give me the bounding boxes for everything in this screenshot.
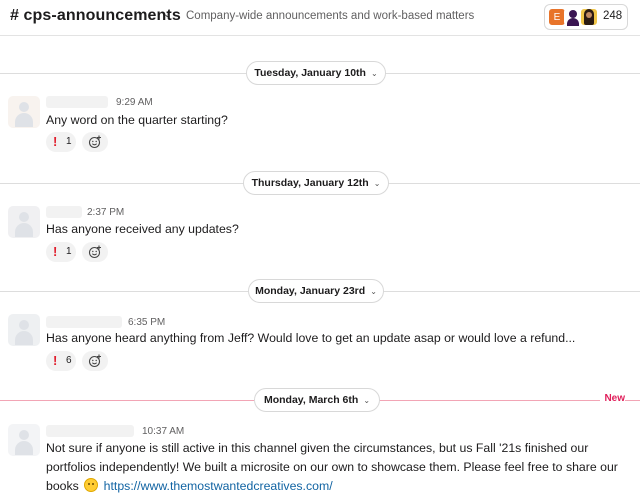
chevron-down-icon[interactable]: ⌄ (163, 9, 171, 20)
date-divider: Thursday, January 12th ⌄ (0, 171, 640, 195)
reaction-count: 6 (66, 355, 72, 366)
add-reaction-button[interactable] (82, 351, 108, 371)
sender-name[interactable] (46, 425, 134, 437)
message-timestamp[interactable]: 9:29 AM (116, 97, 153, 108)
exclamation-icon: ! (53, 134, 58, 149)
date-pill[interactable]: Thursday, January 12th ⌄ (243, 171, 389, 195)
add-emoji-icon (88, 135, 101, 149)
avatar[interactable] (8, 314, 40, 346)
date-pill[interactable]: Tuesday, January 10th ⌄ (246, 61, 386, 85)
member-avatar (580, 8, 598, 26)
reaction-exclamation[interactable]: ! 1 (46, 132, 76, 152)
exclamation-icon: ! (53, 353, 58, 368)
sender-name[interactable] (46, 316, 122, 328)
message-line-prefix: books (46, 479, 79, 493)
chevron-down-icon: ⌄ (370, 69, 378, 78)
chevron-down-icon: ⌄ (363, 396, 371, 405)
avatar[interactable] (8, 424, 40, 456)
date-label: Tuesday, January 10th (254, 67, 366, 79)
channel-header: # cps-announcements ⌄ Company-wide annou… (0, 0, 640, 36)
date-divider: Monday, January 23rd ⌄ (0, 279, 640, 303)
message-text: Any word on the quarter starting? (46, 113, 228, 127)
message-line: books https://www.themostwantedcreatives… (46, 477, 636, 496)
message-timestamp[interactable]: 6:35 PM (128, 317, 165, 328)
member-count: 248 (603, 10, 623, 22)
reaction-count: 1 (66, 246, 72, 257)
message-text: Not sure if anyone is still active in th… (46, 439, 636, 496)
channel-description[interactable]: Company-wide announcements and work-base… (186, 10, 474, 22)
reaction-exclamation[interactable]: ! 1 (46, 242, 76, 262)
new-messages-label: New (600, 393, 625, 404)
smile-emoji-icon (84, 478, 99, 492)
message-timestamp[interactable]: 2:37 PM (87, 207, 124, 218)
reaction-count: 1 (66, 136, 72, 147)
date-label: Thursday, January 12th (251, 177, 369, 189)
reaction-exclamation[interactable]: ! 6 (46, 351, 76, 371)
avatar[interactable] (8, 206, 40, 238)
message-line: Not sure if anyone is still active in th… (46, 441, 589, 455)
date-divider-new: Monday, March 6th ⌄ New (0, 388, 640, 412)
sender-name[interactable] (46, 206, 82, 218)
date-pill[interactable]: Monday, January 23rd ⌄ (248, 279, 384, 303)
chevron-down-icon: ⌄ (373, 179, 381, 188)
microsite-link[interactable]: https://www.themostwantedcreatives.com/ (104, 479, 333, 493)
exclamation-icon: ! (53, 244, 58, 259)
date-label: Monday, March 6th (263, 394, 359, 406)
add-emoji-icon (88, 245, 101, 259)
members-button[interactable]: E 248 (544, 4, 628, 30)
message-line: portfolios independently! We built a mic… (46, 460, 618, 474)
date-label: Monday, January 23rd (255, 285, 366, 297)
channel-name[interactable]: # cps-announcements (10, 7, 181, 25)
add-emoji-icon (88, 354, 101, 368)
sender-name[interactable] (46, 96, 108, 108)
date-pill[interactable]: Monday, March 6th ⌄ (254, 388, 380, 412)
message-timestamp[interactable]: 10:37 AM (142, 426, 184, 437)
add-reaction-button[interactable] (82, 132, 108, 152)
add-reaction-button[interactable] (82, 242, 108, 262)
chevron-down-icon: ⌄ (370, 287, 377, 296)
date-divider: Tuesday, January 10th ⌄ (0, 61, 640, 85)
message-text: Has anyone heard anything from Jeff? Wou… (46, 331, 576, 345)
message-text: Has anyone received any updates? (46, 222, 239, 236)
avatar[interactable] (8, 96, 40, 128)
